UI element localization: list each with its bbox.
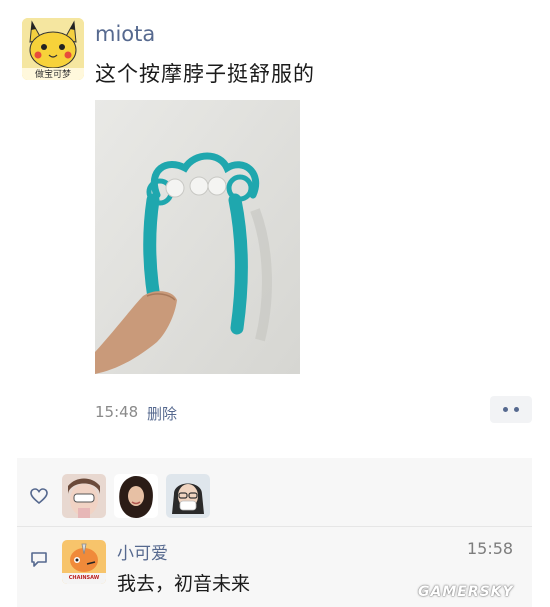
comment-text: 我去，初音未来	[117, 573, 251, 595]
avatar[interactable]: 做宝可梦	[22, 18, 84, 80]
avatar-caption: 做宝可梦	[34, 70, 71, 80]
comment-icon	[31, 552, 47, 567]
commenter-name[interactable]: 小可爱	[117, 539, 168, 564]
commenter-avatar[interactable]: CHAINSAW MAN	[62, 540, 106, 584]
watermark: GAMERSKY	[418, 584, 514, 600]
delete-link[interactable]: 删除	[147, 403, 177, 424]
liker-avatar-3[interactable]	[166, 474, 210, 518]
post-photo[interactable]	[95, 100, 300, 374]
commenter-avatar-caption: CHAINSAW MAN	[68, 575, 100, 581]
liker-avatar-2[interactable]	[114, 474, 158, 518]
heart-icon	[30, 488, 48, 504]
liker-avatar-1[interactable]	[62, 474, 106, 518]
post-time: 15:48	[95, 403, 139, 421]
comment-time: 15:58	[467, 539, 514, 558]
likes-panel	[17, 458, 532, 527]
more-button[interactable]	[490, 396, 532, 423]
more-dots-icon	[503, 407, 508, 412]
post-text: 这个按摩脖子挺舒服的	[95, 62, 315, 86]
more-dots-icon	[514, 407, 519, 412]
post-username[interactable]: miota	[95, 22, 155, 46]
